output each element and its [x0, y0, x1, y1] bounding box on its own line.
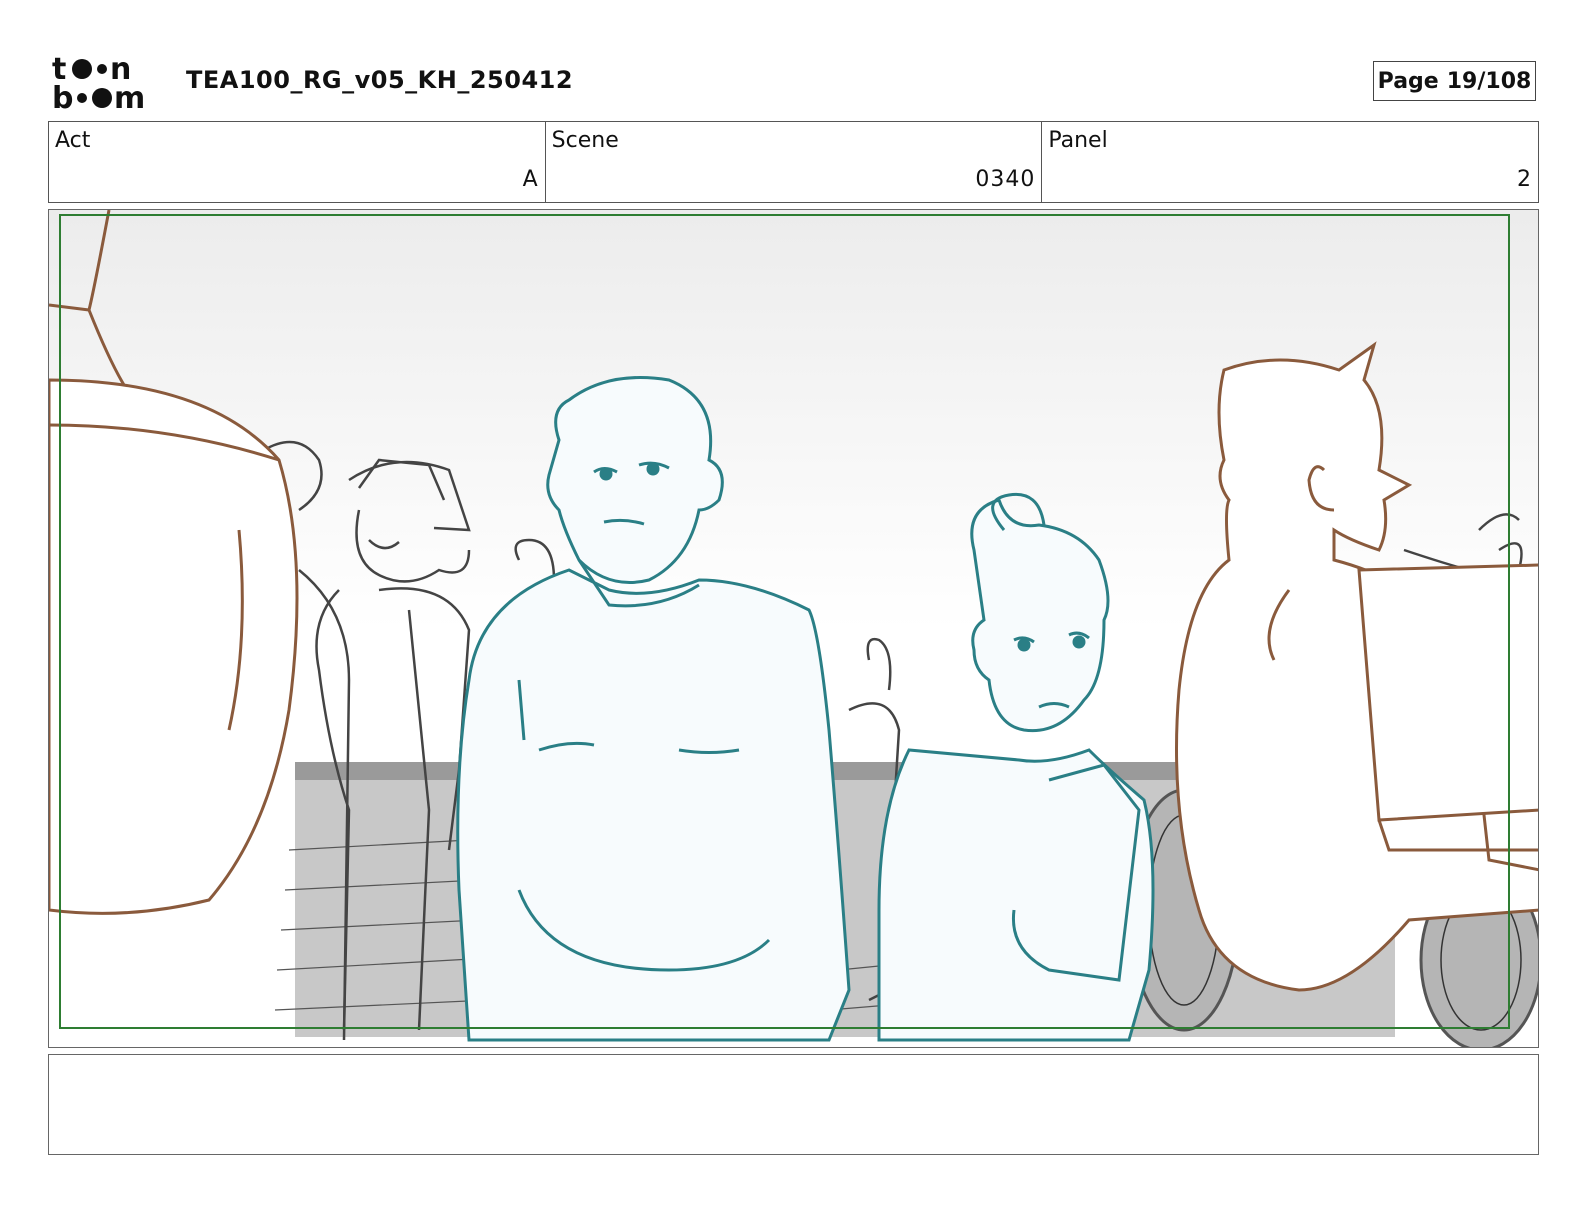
scene-value: 0340	[975, 167, 1036, 192]
act-cell: Act A	[49, 122, 546, 202]
panel-sketch	[49, 210, 1538, 1047]
svg-text:b: b	[52, 81, 73, 110]
act-value: A	[522, 167, 539, 192]
page-value: 19/108	[1446, 68, 1532, 94]
info-row: Act A Scene 0340 Panel 2	[48, 121, 1539, 203]
document-title: TEA100_RG_v05_KH_250412	[186, 66, 574, 94]
scene-label: Scene	[551, 128, 619, 153]
panel-label: Panel	[1048, 128, 1108, 153]
page-label: Page	[1377, 68, 1439, 94]
panel-cell: Panel 2	[1042, 122, 1538, 202]
act-label: Act	[55, 128, 91, 153]
svg-text:m: m	[114, 81, 145, 110]
panel-value: 2	[1517, 167, 1533, 192]
toon-boom-logo: t n b m	[52, 52, 164, 116]
storyboard-panel	[48, 209, 1539, 1048]
notes-box	[48, 1054, 1539, 1155]
page-indicator: Page 19/108	[1373, 61, 1536, 101]
scene-cell: Scene 0340	[546, 122, 1043, 202]
